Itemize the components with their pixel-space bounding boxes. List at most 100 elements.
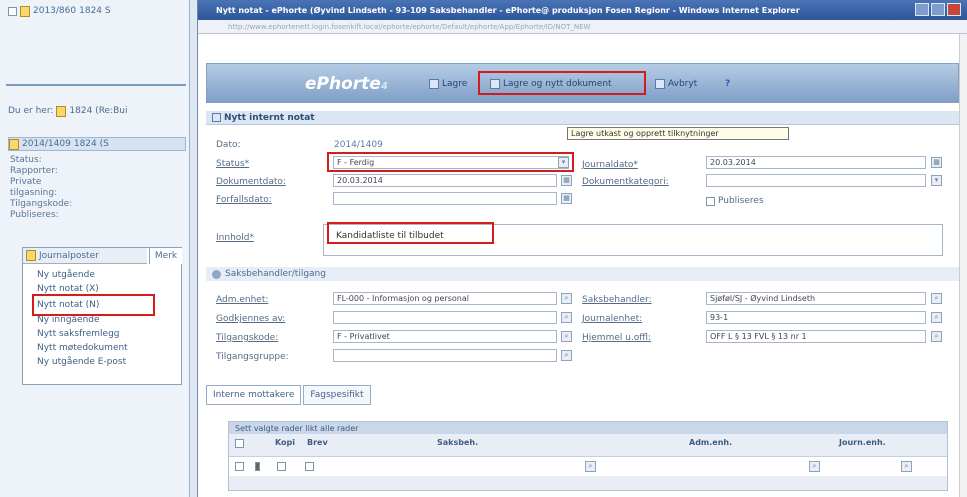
journalenhet-input[interactable]: 93-1 (706, 311, 926, 324)
menu-item-saksfremlegg[interactable]: Nytt saksfremlegg (37, 328, 120, 340)
lookup-icon[interactable]: ⌕ (561, 312, 572, 323)
tooltip: Lagre utkast og opprett tilknytninger (567, 127, 789, 140)
calendar-icon[interactable]: ▦ (561, 193, 572, 204)
publiseres-checkbox[interactable] (706, 196, 715, 206)
lookup-icon[interactable]: ⌕ (561, 293, 572, 304)
tilgangsgruppe-input[interactable] (333, 349, 557, 362)
merk-tab[interactable]: Merk (149, 248, 182, 264)
case-row[interactable]: 2014/1409 1824 (S (8, 137, 186, 151)
col-brev[interactable]: Brev (307, 438, 328, 447)
cancel-label: Avbryt (668, 79, 698, 89)
lookup-icon[interactable]: ⌕ (585, 461, 596, 472)
tab-strip: Interne mottakere Fagspesifikt (206, 385, 371, 405)
menu-item-ny-utgaende[interactable]: Ny utgående (37, 269, 95, 281)
menu-header[interactable]: Journalposter (23, 248, 147, 264)
cancel-icon (655, 79, 665, 89)
calendar-icon[interactable]: ▦ (561, 175, 572, 186)
minimize-button[interactable] (915, 3, 929, 16)
adm-label: Adm.enhet: (216, 295, 269, 305)
chevron-down-icon[interactable]: ▾ (931, 175, 942, 186)
meta-status: Status: (10, 155, 42, 165)
document-icon (20, 5, 30, 17)
browser-window: Nytt notat - ePhorte (Øyvind Lindseth - … (197, 0, 967, 497)
tilgangskode-input[interactable]: F - Privatlivet (333, 330, 557, 343)
case-code: 1824 (S (73, 139, 109, 149)
forfallsdato-input[interactable] (333, 192, 557, 205)
hjemmel-label: Hjemmel u.offl: (582, 333, 652, 343)
kopi-checkbox[interactable] (277, 462, 286, 471)
innhold-label: Innhold* (216, 233, 254, 243)
adm-input[interactable]: FL-000 - Informasjon og personal (333, 292, 557, 305)
breadcrumb-prefix: Du er her: (8, 106, 54, 116)
menu-item-motedokument[interactable]: Nytt møtedokument (37, 342, 128, 354)
tab-fagspesifikt[interactable]: Fagspesifikt (303, 385, 371, 405)
left-pane: 2013/860 1824 S Du er her: 1824 (Re:Bui … (0, 0, 190, 497)
journalenhet-label: Journalenhet: (582, 314, 643, 324)
publiseres-option[interactable]: Publiseres (706, 196, 764, 206)
tilgangskode-label: Tilgangskode: (216, 333, 279, 343)
document-icon (9, 138, 19, 150)
tab-interne-mottakere[interactable]: Interne mottakere (206, 385, 302, 405)
dato-label: Dato: (216, 140, 241, 150)
lookup-icon[interactable]: ⌕ (901, 461, 912, 472)
lookup-icon[interactable]: ⌕ (561, 350, 572, 361)
col-journenh[interactable]: Journ.enh. (839, 438, 886, 447)
tilgangsgruppe-label: Tilgangsgruppe: (216, 352, 289, 362)
hjemmel-input[interactable]: OFF L § 13 FVL § 13 nr 1 (706, 330, 926, 343)
maximize-button[interactable] (931, 3, 945, 16)
case-meta: Status: Rapporter: Private tilgasning: T… (10, 155, 72, 225)
divider (6, 84, 186, 86)
highlight-box (327, 152, 574, 172)
scrollbar[interactable] (959, 34, 967, 497)
calendar-icon[interactable]: ▦ (931, 157, 942, 168)
desktop: 2013/860 1824 S Du er her: 1824 (Re:Bui … (0, 0, 967, 497)
status-label: Status* (216, 159, 250, 169)
brev-checkbox[interactable] (305, 462, 314, 471)
row-marker (255, 462, 260, 471)
panel-title-label: Nytt internt notat (224, 112, 315, 123)
select-all-checkbox[interactable] (235, 439, 244, 448)
godkjennes-label: Godkjennes av: (216, 314, 286, 324)
cancel-button[interactable]: Avbryt (655, 76, 697, 92)
collapse-icon[interactable] (212, 269, 221, 279)
dokumentkategori-select[interactable] (706, 174, 926, 187)
lookup-icon[interactable]: ⌕ (809, 461, 820, 472)
highlight-box (478, 71, 646, 95)
grid-toolbar[interactable]: Sett valgte rader likt alle rader (229, 422, 947, 434)
tree-row-top[interactable]: 2013/860 1824 S (8, 4, 186, 18)
journal-icon (26, 250, 36, 261)
col-admenh[interactable]: Adm.enh. (689, 438, 732, 447)
checkbox[interactable] (8, 6, 17, 16)
dokumentdato-label: Dokumentdato: (216, 177, 286, 187)
tree-row-code: 1824 S (79, 6, 111, 16)
col-kopi[interactable]: Kopi (275, 438, 295, 447)
save-button[interactable]: Lagre (429, 76, 467, 92)
lookup-icon[interactable]: ⌕ (931, 293, 942, 304)
lookup-icon[interactable]: ⌕ (931, 331, 942, 342)
dato-value: 2014/1409 (334, 140, 383, 150)
col-saksbeh[interactable]: Saksbeh. (437, 438, 478, 447)
lookup-icon[interactable]: ⌕ (561, 331, 572, 342)
breadcrumb-link[interactable]: 1824 (Re:Bui (69, 106, 127, 116)
breadcrumb: Du er her: 1824 (Re:Bui (8, 104, 186, 118)
close-button[interactable] (947, 3, 961, 16)
godkjennes-input[interactable] (333, 311, 557, 324)
journaldato-input[interactable]: 20.03.2014 (706, 156, 926, 169)
row-checkbox[interactable] (235, 462, 244, 471)
menu-item-utgaende-epost[interactable]: Ny utgående E-post (37, 356, 126, 368)
recipients-grid: Sett valgte rader likt alle rader Kopi B… (228, 421, 948, 491)
journaldato-label: Journaldato* (582, 160, 638, 170)
section-saksbehandler[interactable]: Saksbehandler/tilgang (206, 267, 959, 281)
dokumentkategori-label: Dokumentkategori: (582, 177, 669, 187)
address-bar[interactable]: http://www.ephortenett.login.fosenkift.l… (198, 20, 967, 34)
window-title: Nytt notat - ePhorte (Øyvind Lindseth - … (198, 0, 967, 20)
save-icon (429, 79, 439, 89)
table-row[interactable]: ⌕ ⌕ ⌕ (229, 456, 947, 476)
window-controls (915, 3, 961, 16)
lookup-icon[interactable]: ⌕ (931, 312, 942, 323)
ephorte-logo: ePhorte4 (305, 74, 388, 94)
saksbehandler-input[interactable]: Sjøføl/SJ - Øyvind Lindseth (706, 292, 926, 305)
help-icon[interactable]: ? (725, 76, 730, 92)
forfallsdato-label: Forfallsdato: (216, 195, 272, 205)
dokumentdato-input[interactable]: 20.03.2014 (333, 174, 557, 187)
